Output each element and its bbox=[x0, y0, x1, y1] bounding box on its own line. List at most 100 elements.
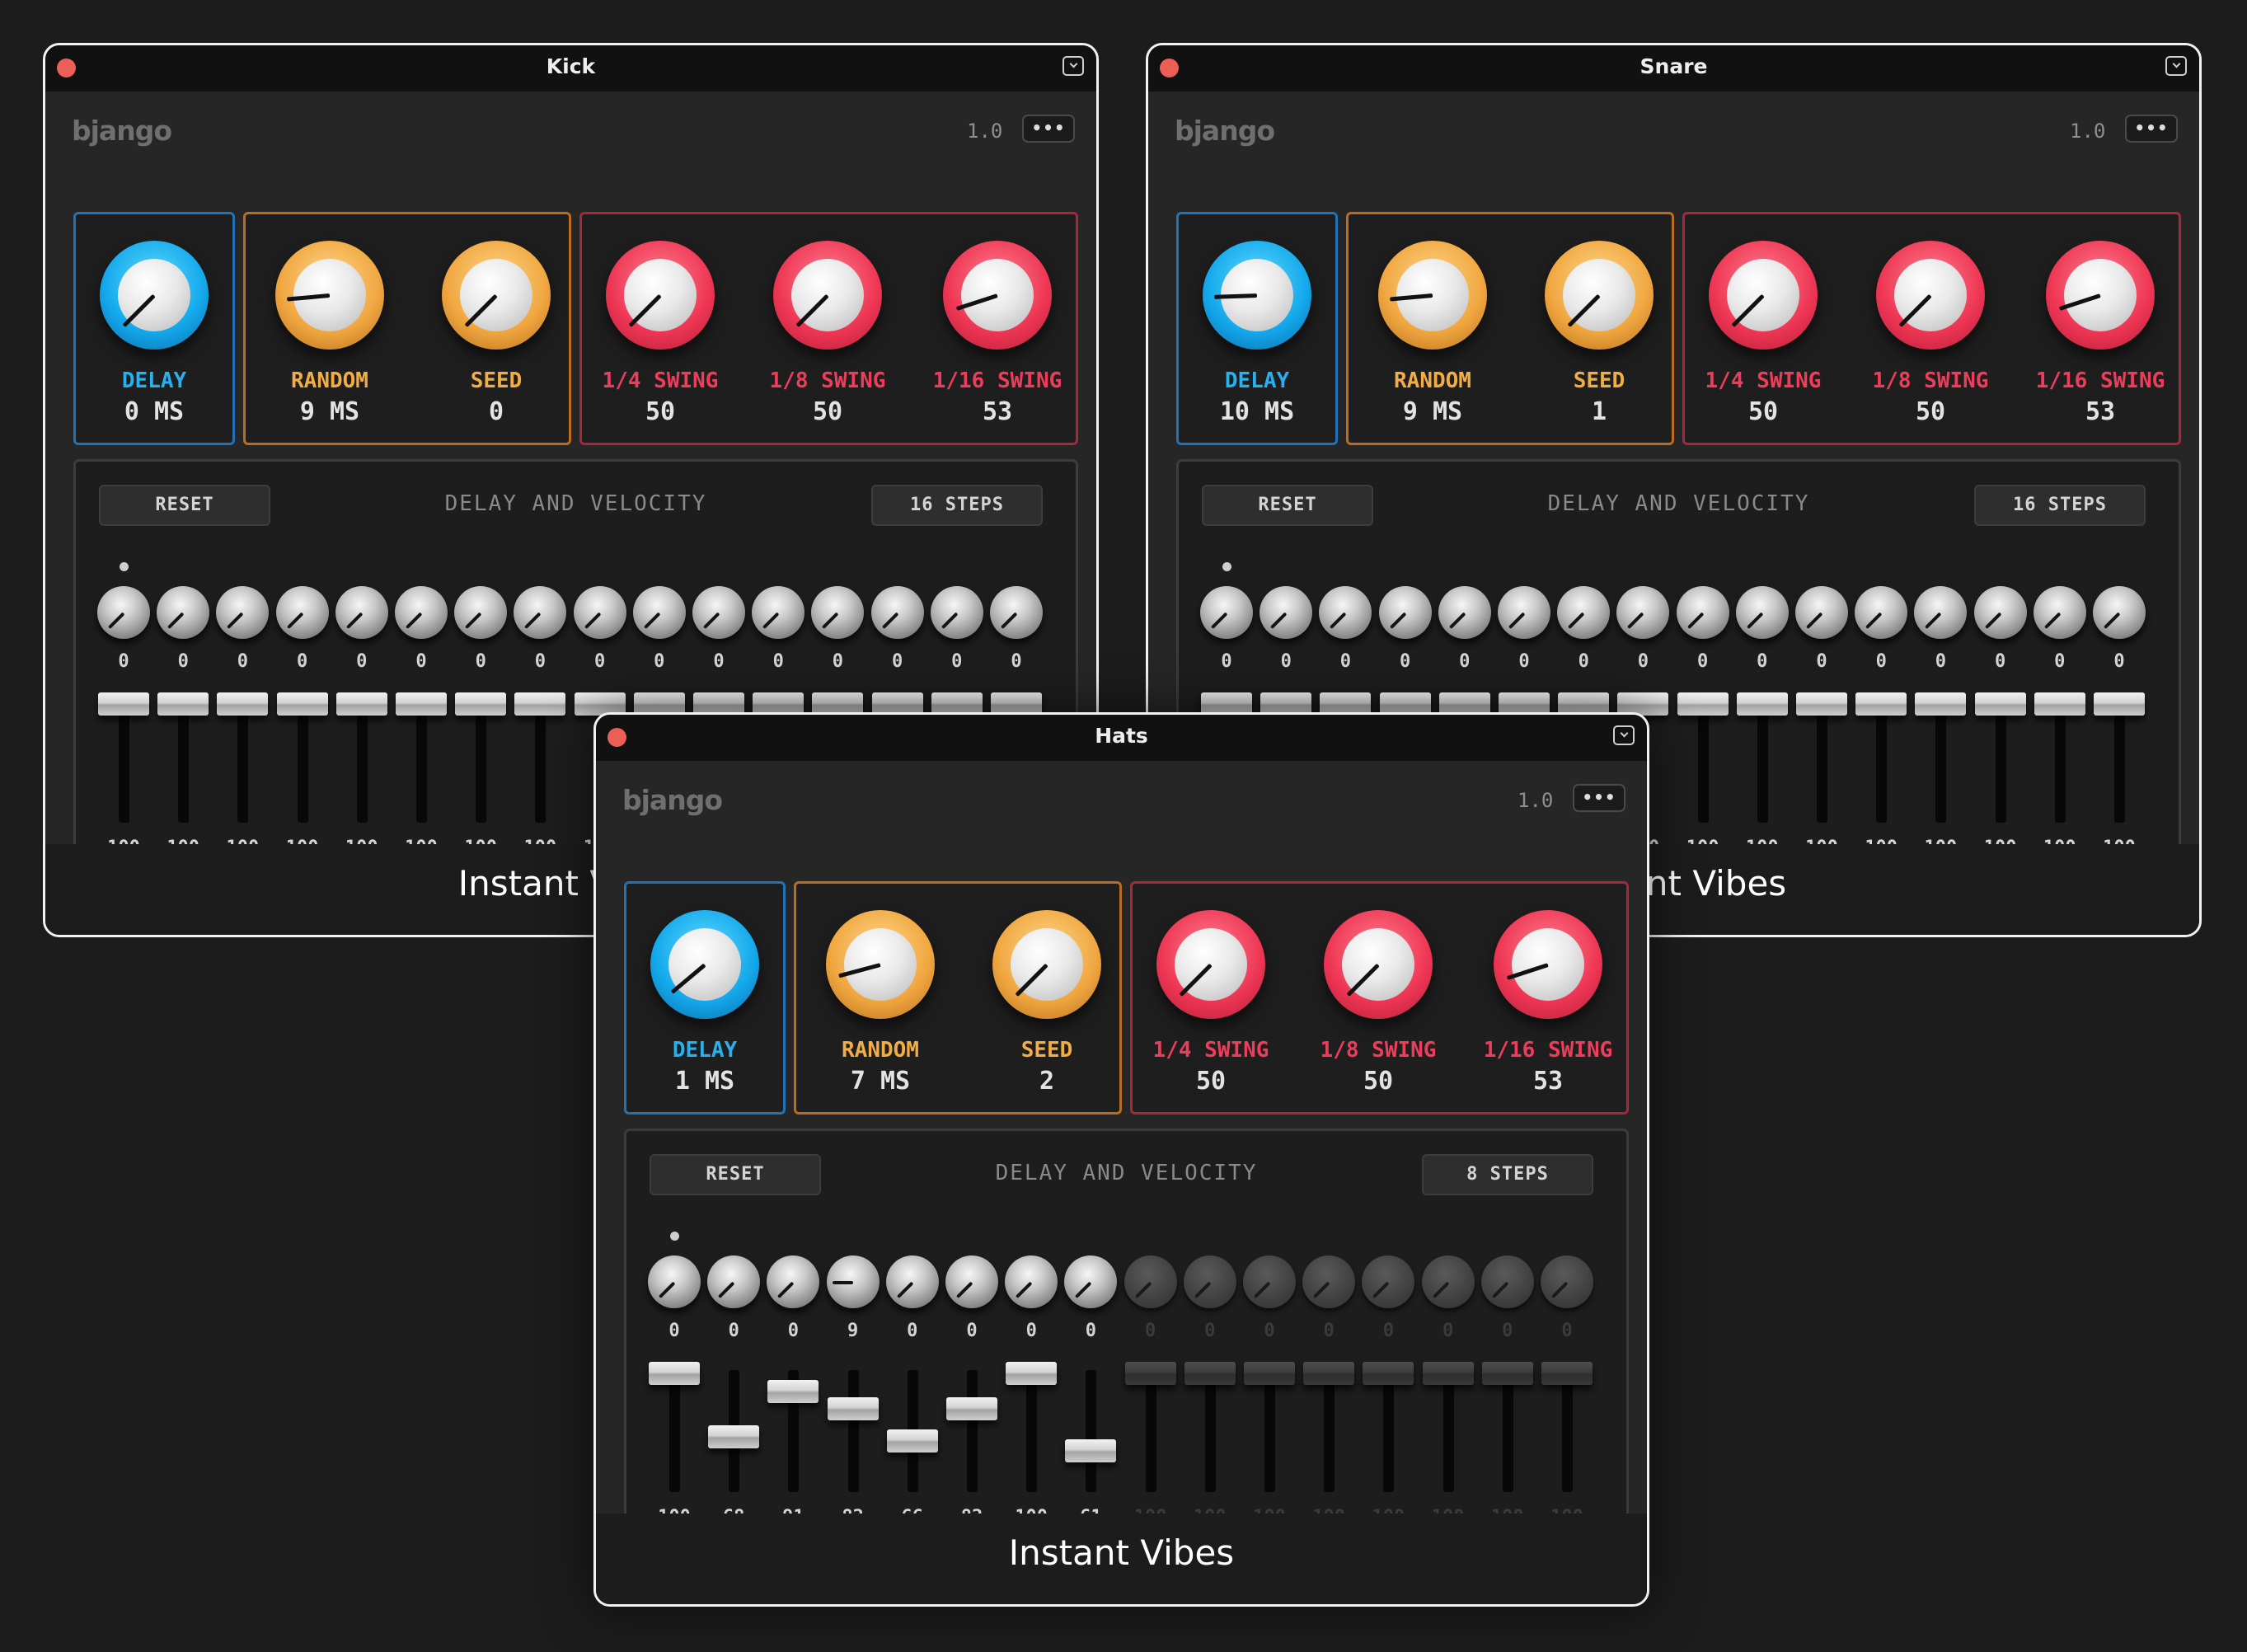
swing-eighth-knob[interactable] bbox=[1324, 910, 1433, 1019]
velocity-fader-thumb[interactable] bbox=[1065, 1438, 1117, 1462]
title-bar[interactable]: Hats bbox=[596, 715, 1647, 762]
velocity-fader-track[interactable] bbox=[2054, 701, 2066, 823]
random-knob[interactable] bbox=[275, 241, 384, 350]
velocity-fader-track[interactable] bbox=[1145, 1370, 1156, 1492]
velocity-fader-thumb[interactable] bbox=[98, 692, 149, 716]
step-delay-knob[interactable] bbox=[1735, 586, 1789, 639]
step-delay-knob[interactable] bbox=[945, 1255, 998, 1308]
velocity-fader-track[interactable] bbox=[1562, 1370, 1573, 1492]
step-delay-knob[interactable] bbox=[1183, 1255, 1236, 1308]
step-delay-knob[interactable] bbox=[1541, 1255, 1593, 1308]
more-options-button[interactable]: ••• bbox=[1022, 115, 1075, 143]
step-delay-knob[interactable] bbox=[1378, 586, 1432, 639]
step-delay-knob[interactable] bbox=[1243, 1255, 1296, 1308]
step-delay-knob[interactable] bbox=[1005, 1255, 1058, 1308]
velocity-fader-thumb[interactable] bbox=[1303, 1362, 1355, 1385]
delay-knob[interactable] bbox=[1203, 241, 1311, 350]
velocity-fader-track[interactable] bbox=[1876, 701, 1888, 823]
step-delay-knob[interactable] bbox=[1362, 1255, 1415, 1308]
velocity-fader-track[interactable] bbox=[1757, 701, 1768, 823]
step-delay-knob[interactable] bbox=[395, 586, 448, 639]
velocity-fader-thumb[interactable] bbox=[514, 692, 566, 716]
velocity-fader-thumb[interactable] bbox=[1974, 692, 2026, 716]
step-delay-knob[interactable] bbox=[1973, 586, 2027, 639]
step-delay-knob[interactable] bbox=[1795, 586, 1848, 639]
step-delay-knob[interactable] bbox=[707, 1255, 761, 1308]
velocity-fader-thumb[interactable] bbox=[1481, 1362, 1533, 1385]
more-options-button[interactable]: ••• bbox=[1573, 784, 1625, 812]
step-delay-knob[interactable] bbox=[632, 586, 686, 639]
step-delay-knob[interactable] bbox=[811, 586, 865, 639]
step-delay-knob[interactable] bbox=[1855, 586, 1908, 639]
velocity-fader-thumb[interactable] bbox=[1422, 1362, 1474, 1385]
step-delay-knob[interactable] bbox=[930, 586, 983, 639]
velocity-fader-thumb[interactable] bbox=[1244, 1362, 1295, 1385]
velocity-fader-thumb[interactable] bbox=[217, 692, 269, 716]
delay-knob[interactable] bbox=[100, 241, 209, 350]
velocity-fader-track[interactable] bbox=[1086, 1370, 1097, 1492]
step-delay-knob[interactable] bbox=[885, 1255, 939, 1308]
velocity-fader-thumb[interactable] bbox=[1006, 1362, 1058, 1385]
pin-window-icon[interactable] bbox=[1613, 725, 1635, 745]
step-delay-knob[interactable] bbox=[216, 586, 270, 639]
velocity-fader-thumb[interactable] bbox=[708, 1424, 760, 1448]
velocity-fader-thumb[interactable] bbox=[946, 1397, 997, 1421]
swing-quarter-knob[interactable] bbox=[1709, 241, 1818, 350]
swing-sixteenth-knob[interactable] bbox=[1494, 910, 1602, 1019]
velocity-fader-track[interactable] bbox=[847, 1370, 859, 1492]
step-delay-knob[interactable] bbox=[1480, 1255, 1534, 1308]
step-delay-knob[interactable] bbox=[1616, 586, 1670, 639]
velocity-fader-track[interactable] bbox=[1995, 701, 2006, 823]
velocity-fader-thumb[interactable] bbox=[2094, 692, 2145, 716]
swing-eighth-knob[interactable] bbox=[773, 241, 882, 350]
step-delay-knob[interactable] bbox=[1438, 586, 1491, 639]
velocity-fader-track[interactable] bbox=[1935, 701, 1947, 823]
step-delay-knob[interactable] bbox=[454, 586, 508, 639]
step-delay-knob[interactable] bbox=[157, 586, 210, 639]
random-knob[interactable] bbox=[826, 910, 935, 1019]
step-delay-knob[interactable] bbox=[1260, 586, 1313, 639]
step-delay-knob[interactable] bbox=[2093, 586, 2146, 639]
step-delay-knob[interactable] bbox=[1557, 586, 1611, 639]
step-delay-knob[interactable] bbox=[990, 586, 1043, 639]
velocity-fader-track[interactable] bbox=[416, 701, 427, 823]
velocity-fader-track[interactable] bbox=[476, 701, 487, 823]
random-knob[interactable] bbox=[1378, 241, 1487, 350]
velocity-fader-thumb[interactable] bbox=[1124, 1362, 1176, 1385]
swing-quarter-knob[interactable] bbox=[1156, 910, 1265, 1019]
swing-quarter-knob[interactable] bbox=[606, 241, 715, 350]
step-delay-knob[interactable] bbox=[97, 586, 150, 639]
velocity-fader-thumb[interactable] bbox=[1736, 692, 1788, 716]
step-delay-knob[interactable] bbox=[826, 1255, 880, 1308]
velocity-fader-track[interactable] bbox=[119, 701, 129, 823]
velocity-fader-thumb[interactable] bbox=[396, 692, 447, 716]
title-bar[interactable]: Snare bbox=[1148, 45, 2199, 92]
step-delay-knob[interactable] bbox=[1064, 1255, 1118, 1308]
pin-window-icon[interactable] bbox=[1063, 56, 1084, 76]
step-delay-knob[interactable] bbox=[1914, 586, 1968, 639]
step-delay-knob[interactable] bbox=[1124, 1255, 1177, 1308]
velocity-fader-track[interactable] bbox=[1204, 1370, 1216, 1492]
velocity-fader-thumb[interactable] bbox=[767, 1379, 819, 1403]
pin-window-icon[interactable] bbox=[2165, 56, 2187, 76]
step-delay-knob[interactable] bbox=[275, 586, 329, 639]
velocity-fader-thumb[interactable] bbox=[2034, 692, 2085, 716]
delay-knob[interactable] bbox=[650, 910, 759, 1019]
velocity-fader-thumb[interactable] bbox=[455, 692, 507, 716]
velocity-fader-track[interactable] bbox=[1502, 1370, 1513, 1492]
velocity-fader-track[interactable] bbox=[1817, 701, 1827, 823]
velocity-fader-track[interactable] bbox=[1383, 1370, 1395, 1492]
step-delay-knob[interactable] bbox=[692, 586, 745, 639]
step-delay-knob[interactable] bbox=[335, 586, 388, 639]
velocity-fader-track[interactable] bbox=[967, 1370, 978, 1492]
swing-eighth-knob[interactable] bbox=[1876, 241, 1985, 350]
velocity-fader-track[interactable] bbox=[2114, 701, 2125, 823]
step-delay-knob[interactable] bbox=[870, 586, 924, 639]
velocity-fader-track[interactable] bbox=[356, 701, 368, 823]
velocity-fader-thumb[interactable] bbox=[335, 692, 387, 716]
velocity-fader-thumb[interactable] bbox=[157, 692, 209, 716]
velocity-fader-thumb[interactable] bbox=[276, 692, 328, 716]
velocity-fader-thumb[interactable] bbox=[827, 1397, 879, 1421]
step-delay-knob[interactable] bbox=[1498, 586, 1550, 639]
swing-sixteenth-knob[interactable] bbox=[2046, 241, 2155, 350]
